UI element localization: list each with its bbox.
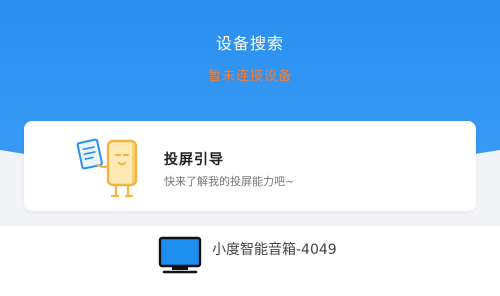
page-title: 设备搜索: [215, 34, 284, 53]
device-list-item[interactable]: 小度智能音箱-4049: [0, 226, 500, 296]
phone-character-holding-document-icon: [76, 138, 138, 198]
connection-status: 暂未连接设备: [207, 69, 292, 84]
screencast-guide-card[interactable]: 投屏引导 快来了解我的投屏能力吧~: [24, 121, 476, 211]
guide-description: 快来了解我的投屏能力吧~: [164, 175, 295, 188]
guide-title: 投屏引导: [164, 152, 224, 168]
device-name: 小度智能音箱-4049: [212, 242, 337, 258]
tv-icon: [158, 236, 202, 274]
